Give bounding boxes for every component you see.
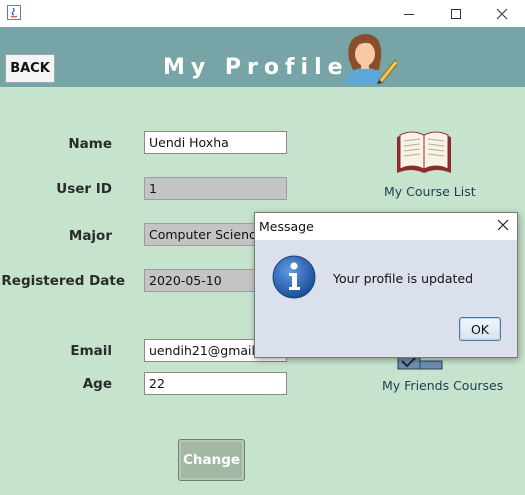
minimize-icon <box>404 13 414 15</box>
ok-button[interactable]: OK <box>459 317 501 341</box>
open-book-icon[interactable] <box>395 129 453 177</box>
back-button[interactable]: BACK <box>5 54 55 83</box>
my-course-list-link[interactable]: My Course List <box>384 184 476 199</box>
window-titlebar <box>0 0 525 27</box>
age-label: Age <box>82 376 112 392</box>
age-input[interactable]: 22 <box>144 372 287 395</box>
page-title: My Profile <box>163 55 349 80</box>
user-id-field: 1 <box>144 177 287 200</box>
maximize-icon <box>451 8 461 19</box>
dialog-body: Your profile is updated OK <box>255 240 517 357</box>
user-id-label: User ID <box>56 181 112 197</box>
maximize-button[interactable] <box>433 0 479 27</box>
dialog-title: Message <box>259 219 314 234</box>
info-icon <box>272 255 316 299</box>
name-label: Name <box>68 136 112 152</box>
change-button[interactable]: Change <box>178 439 245 481</box>
java-app-icon <box>7 5 21 20</box>
close-icon <box>496 8 508 19</box>
message-dialog: Message Your profile is updated OK <box>254 212 518 358</box>
name-input[interactable]: Uendi Hoxha <box>144 131 287 154</box>
user-avatar-pencil-icon <box>345 34 397 84</box>
registered-date-label: Registered Date <box>1 273 125 289</box>
major-label: Major <box>68 228 112 244</box>
close-window-button[interactable] <box>479 0 525 27</box>
close-icon[interactable] <box>495 217 511 233</box>
dialog-message: Your profile is updated <box>333 271 474 286</box>
email-label: Email <box>70 343 112 359</box>
my-friends-courses-link[interactable]: My Friends Courses <box>382 378 503 393</box>
minimize-button[interactable] <box>386 0 432 27</box>
